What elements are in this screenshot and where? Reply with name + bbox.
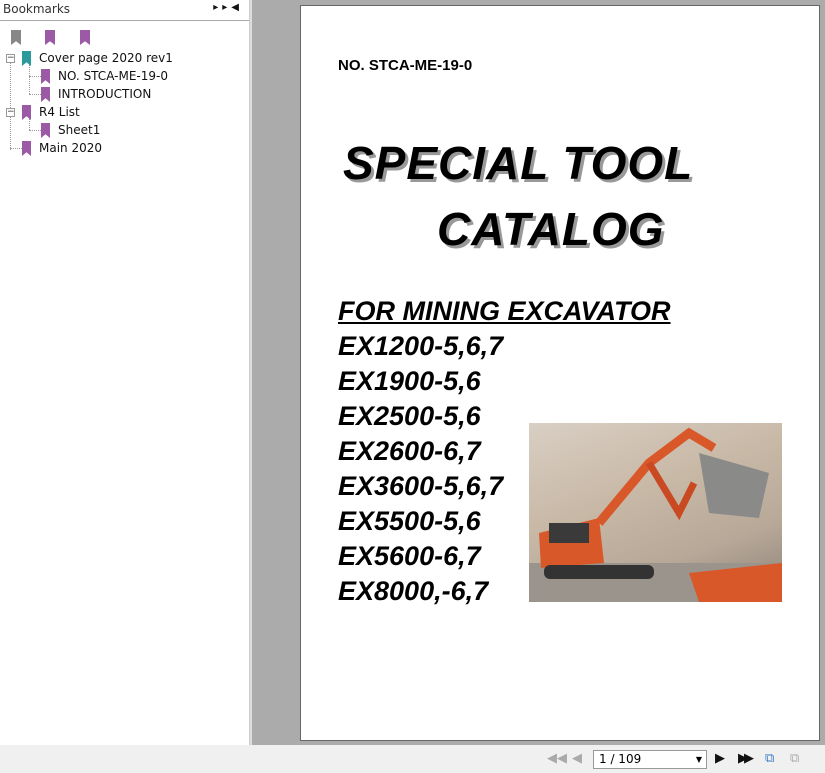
bookmark-label: Cover page 2020 rev1 bbox=[39, 51, 173, 65]
bookmark-icon bbox=[41, 87, 50, 102]
excavator-photo bbox=[529, 423, 782, 602]
bookmark-icon bbox=[22, 105, 31, 120]
bookmark-item[interactable]: Sheet1 bbox=[41, 121, 100, 139]
document-viewport[interactable]: NO. STCA-ME-19-0 SPECIAL TOOL CATALOG FO… bbox=[252, 0, 825, 745]
bookmark-label: Main 2020 bbox=[39, 141, 102, 155]
bookmark-label: R4 List bbox=[39, 105, 80, 119]
model-item: EX8000,-6,7 bbox=[338, 576, 489, 606]
last-page-button[interactable]: ▶▶ bbox=[738, 751, 754, 766]
pdf-page: NO. STCA-ME-19-0 SPECIAL TOOL CATALOG FO… bbox=[300, 5, 820, 741]
title-line-1: SPECIAL TOOL bbox=[343, 137, 694, 189]
model-item: EX2500-5,6 bbox=[338, 401, 481, 431]
bookmark-item[interactable]: NO. STCA-ME-19-0 bbox=[41, 67, 168, 85]
next-view-icon[interactable]: ⧉ bbox=[790, 751, 799, 766]
next-page-button[interactable]: ▶ bbox=[715, 751, 725, 766]
bookmark-item[interactable]: Main 2020 bbox=[22, 139, 102, 157]
bookmarks-title: Bookmarks bbox=[3, 2, 71, 16]
bookmark-icon bbox=[22, 141, 31, 156]
go-to-bookmark-icon[interactable] bbox=[80, 27, 92, 45]
bookmark-label: INTRODUCTION bbox=[58, 87, 152, 101]
collapse-toggle[interactable]: − bbox=[6, 54, 15, 63]
bookmark-label: NO. STCA-ME-19-0 bbox=[58, 69, 168, 83]
model-item: EX5500-5,6 bbox=[338, 506, 481, 536]
bookmarks-panel: Bookmarks ▸▸◀ − − Cover page 2020 rev1 N… bbox=[0, 0, 250, 745]
title-line-2: CATALOG bbox=[437, 203, 665, 255]
previous-page-button[interactable]: ◀ bbox=[572, 751, 582, 766]
bookmark-item[interactable]: Cover page 2020 rev1 bbox=[22, 49, 173, 67]
bookmark-item[interactable]: R4 List bbox=[22, 103, 80, 121]
page-number-value: 1 / 109 bbox=[599, 752, 642, 766]
chevron-down-icon: ▼ bbox=[695, 755, 702, 764]
subtitle: FOR MINING EXCAVATOR bbox=[338, 296, 671, 326]
bookmark-icon bbox=[41, 123, 50, 138]
previous-view-icon[interactable]: ⧉ bbox=[765, 751, 774, 766]
collapse-toggle[interactable]: − bbox=[6, 108, 15, 117]
document-number: NO. STCA-ME-19-0 bbox=[338, 57, 473, 74]
model-item: EX1900-5,6 bbox=[338, 366, 481, 396]
model-item: EX5600-6,7 bbox=[338, 541, 481, 571]
first-page-button[interactable]: ◀◀ bbox=[547, 751, 567, 766]
add-bookmark-icon[interactable] bbox=[45, 27, 57, 45]
bookmark-icon bbox=[41, 69, 50, 84]
collapse-panel-icon[interactable]: ◀ bbox=[231, 2, 243, 13]
bookmark-item[interactable]: INTRODUCTION bbox=[41, 85, 151, 103]
bookmark-label: Sheet1 bbox=[58, 123, 101, 137]
model-item: EX1200-5,6,7 bbox=[338, 331, 504, 361]
page-number-select[interactable]: 1 / 109 ▼ bbox=[593, 750, 707, 769]
model-item: EX2600-6,7 bbox=[338, 436, 481, 466]
delete-bookmark-icon[interactable] bbox=[11, 27, 23, 45]
expand-panel-icon[interactable]: ▸▸ bbox=[213, 2, 231, 13]
bookmarks-header: Bookmarks ▸▸◀ bbox=[0, 0, 249, 21]
bookmark-icon bbox=[22, 51, 31, 66]
navigation-bar: ◀◀ ◀ 1 / 109 ▼ ▶ ▶▶ ⧉ ⧉ bbox=[0, 745, 825, 773]
model-item: EX3600-5,6,7 bbox=[338, 471, 504, 501]
